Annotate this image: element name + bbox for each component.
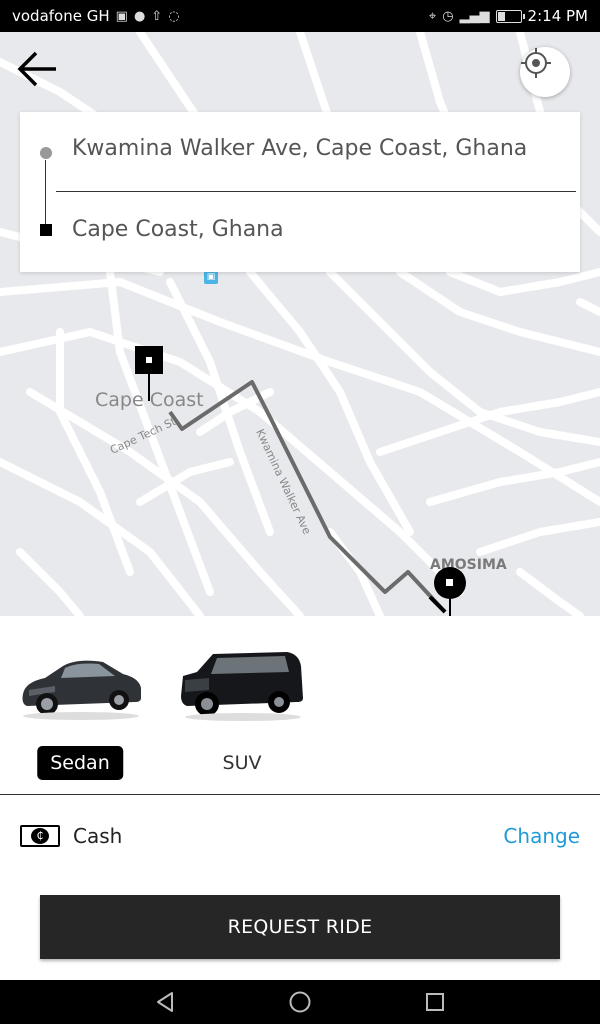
destination-pin-icon — [135, 346, 163, 401]
map-view[interactable]: Cape Coast Cape Tech St Kwamina Walker A… — [0, 32, 600, 616]
destination-square-icon — [40, 224, 52, 236]
square-recents-icon — [426, 993, 444, 1011]
route-connector — [45, 160, 46, 224]
clock: 2:14 PM — [527, 7, 588, 25]
pickup-pin-icon — [434, 567, 466, 616]
status-bar: vodafone GH ▣ ● ⇧ ◌ ⌖ ◷ ▂▄▆ 2:14 PM — [0, 0, 600, 32]
my-location-button[interactable] — [520, 47, 570, 97]
nav-home-button[interactable] — [285, 988, 315, 1016]
battery-level — [497, 11, 505, 21]
app-root: vodafone GH ▣ ● ⇧ ◌ ⌖ ◷ ▂▄▆ 2:14 PM Cape… — [0, 0, 600, 1024]
triangle-back-icon — [157, 992, 173, 1012]
change-payment-link[interactable]: Change — [503, 824, 580, 848]
battery-icon — [495, 9, 525, 23]
sedan-image — [22, 660, 141, 720]
chat-icon: ● — [133, 8, 146, 24]
nav-recents-button[interactable] — [420, 988, 450, 1016]
vehicle-label-sedan[interactable]: Sedan — [37, 746, 123, 780]
payment-row: ₵ Cash Change — [20, 819, 580, 853]
pickup-dot-icon — [40, 147, 52, 159]
carrier-name: vodafone GH — [12, 7, 110, 25]
sheet-divider — [0, 794, 600, 795]
location-icon: ⌖ — [428, 8, 437, 24]
request-ride-button[interactable]: REQUEST RIDE — [40, 895, 560, 959]
route-card-divider — [56, 191, 576, 192]
nav-back-button[interactable] — [150, 988, 180, 1016]
crosshair-icon — [521, 48, 551, 78]
pickup-location-field[interactable]: Kwamina Walker Ave, Cape Coast, Ghana — [72, 136, 527, 161]
signal-icon: ▂▄▆ — [459, 8, 490, 24]
destination-location-field[interactable]: Cape Coast, Ghana — [72, 217, 284, 242]
system-nav-bar — [0, 980, 600, 1024]
ride-options-sheet: Sedan SUV ₵ Cash Change REQUEST RIDE — [0, 616, 600, 980]
route-line — [168, 380, 447, 614]
upload-icon: ⇧ — [151, 8, 163, 24]
vehicle-option-suv[interactable]: SUV — [167, 636, 317, 774]
vehicle-option-sedan[interactable]: Sedan — [5, 636, 155, 780]
payment-method-label: Cash — [73, 824, 123, 848]
whatsapp-icon: ◌ — [168, 8, 180, 24]
bus-stop-icon: ▣ — [204, 270, 218, 284]
alarm-icon: ◷ — [442, 8, 454, 24]
vehicle-label-suv[interactable]: SUV — [210, 746, 275, 780]
status-bar-right: ⌖ ◷ ▂▄▆ 2:14 PM — [429, 7, 588, 25]
suv-image — [181, 652, 303, 721]
arrow-left-icon — [17, 51, 56, 87]
route-card: Kwamina Walker Ave, Cape Coast, Ghana Ca… — [20, 112, 580, 272]
back-button[interactable] — [16, 50, 66, 94]
circle-home-icon — [289, 991, 311, 1013]
status-bar-left: vodafone GH ▣ ● ⇧ ◌ — [12, 7, 180, 25]
cash-icon: ₵ — [20, 825, 60, 847]
gallery-icon: ▣ — [115, 8, 128, 24]
